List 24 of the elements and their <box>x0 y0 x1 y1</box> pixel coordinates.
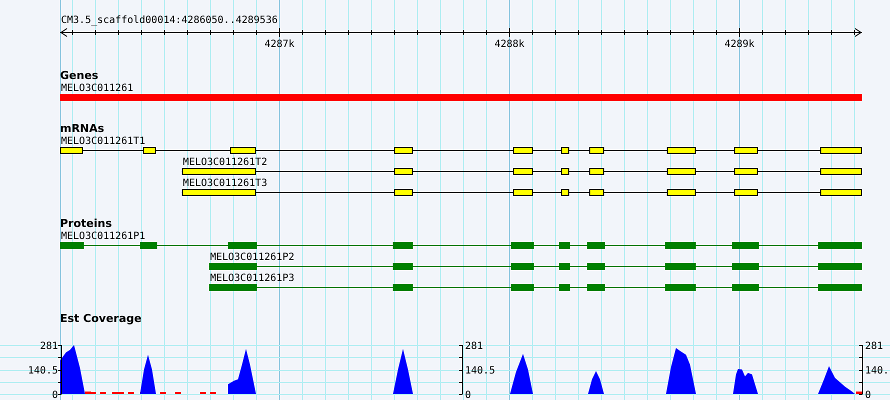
axis-label: 281 <box>40 341 58 352</box>
feature-label: MELO3C011261P2 <box>210 252 294 263</box>
feature-label: MELO3C011261 <box>61 83 134 94</box>
axis-label: 0 <box>52 390 58 400</box>
axis-label: 281 <box>465 341 484 352</box>
feature-label: MELO3C011261P1 <box>61 231 146 242</box>
track-title: Genes <box>60 69 98 82</box>
track-title: mRNAs <box>60 122 104 135</box>
axis-label: 140.5 <box>28 366 58 376</box>
track-title: Est Coverage <box>60 312 142 325</box>
track-title: Proteins <box>60 217 112 230</box>
feature-label: MELO3C011261T1 <box>61 136 146 147</box>
feature-label: MELO3C011261T3 <box>182 178 268 189</box>
region-title: CM3.5_scaffold00014:4286050..4289536 <box>61 15 278 26</box>
axis-label: 140.5 <box>465 366 496 376</box>
axis-label: 0 <box>865 390 872 400</box>
ruler-label: 4289k <box>724 39 755 50</box>
axis-label: 0 <box>465 390 472 400</box>
axis-label: 140. <box>865 366 890 376</box>
feature-label: MELO3C011261P3 <box>210 273 294 284</box>
axis-label: 281 <box>865 341 884 352</box>
ruler-label: 4287k <box>264 39 295 50</box>
ruler-label: 4288k <box>494 39 525 50</box>
feature-label: MELO3C011261T2 <box>182 157 268 168</box>
